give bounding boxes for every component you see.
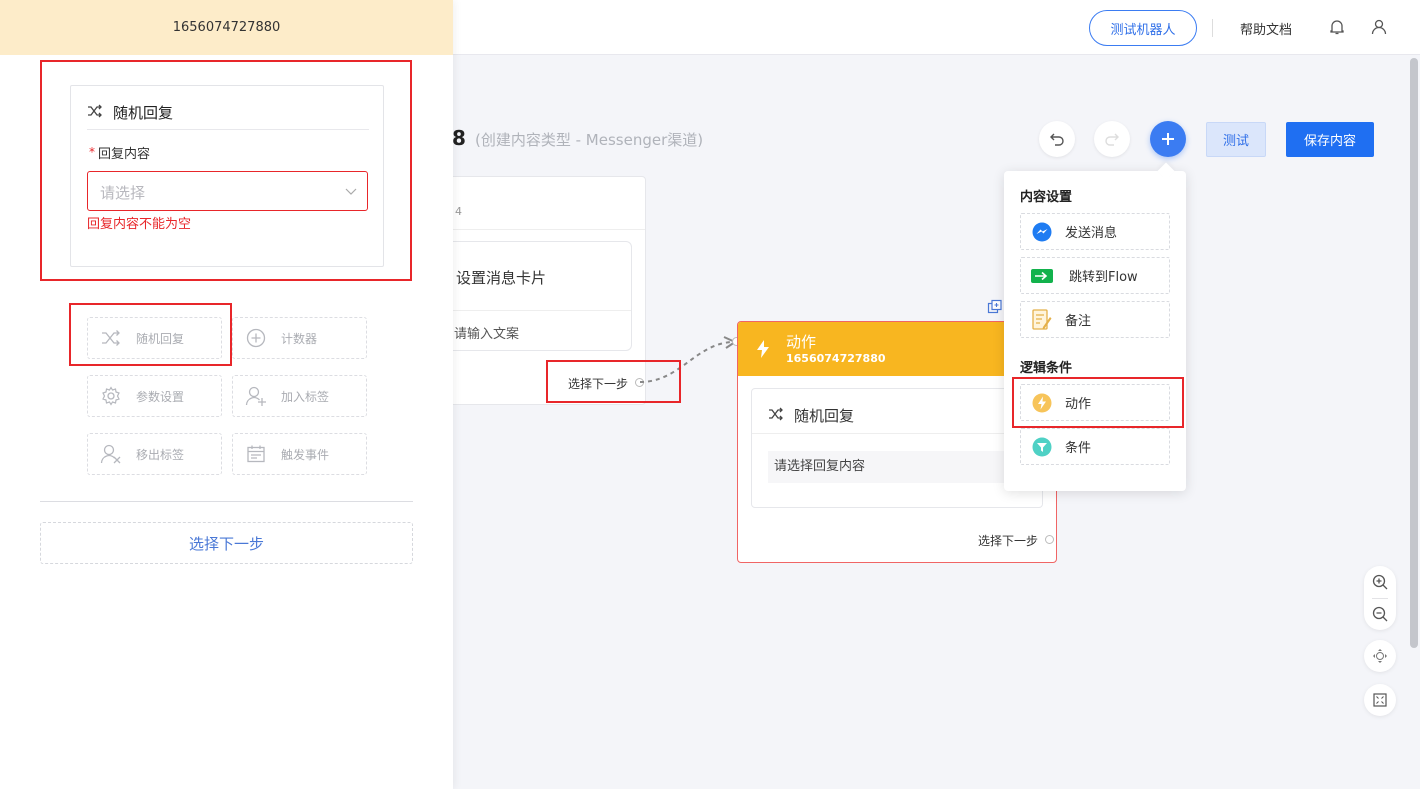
- divider: [40, 501, 413, 502]
- add-node-menu: 内容设置 发送消息 跳转到Flow 备注 逻辑条件 动作 条件: [1004, 171, 1186, 491]
- menu-item-label: 跳转到Flow: [1069, 270, 1138, 285]
- random-reply-block[interactable]: 随机回复 请选择回复内容: [751, 388, 1043, 508]
- filter-icon: [1031, 436, 1053, 458]
- menu-item-send-message[interactable]: 发送消息: [1020, 213, 1170, 250]
- chevron-down-icon: [345, 185, 357, 200]
- add-node-button[interactable]: [1150, 121, 1186, 157]
- divider: [87, 129, 369, 130]
- page-subtitle: (创建内容类型 - Messenger渠道): [475, 131, 704, 149]
- shuffle-icon: [768, 407, 784, 425]
- required-mark: *: [89, 145, 95, 159]
- menu-item-note[interactable]: 备注: [1020, 301, 1170, 338]
- divider: [752, 433, 1042, 434]
- highlight-box: [69, 303, 232, 366]
- bell-icon[interactable]: [1328, 18, 1346, 36]
- tool-label: 计数器: [281, 331, 318, 346]
- menu-item-label: 发送消息: [1065, 226, 1118, 241]
- gear-icon: [100, 385, 122, 407]
- reply-content-select[interactable]: 请选择: [87, 171, 368, 211]
- message-card[interactable]: 设置消息卡片 请输入文案: [441, 241, 632, 351]
- undo-icon: [1050, 133, 1064, 146]
- plus-icon: [1162, 133, 1174, 145]
- zoom-out-icon: [1372, 606, 1388, 622]
- node-edit-drawer: 1656074727880 随机回复 * 回复内容 请选择 回复内容不能为空 随…: [0, 0, 453, 789]
- menu-section-logic: 逻辑条件: [1020, 361, 1073, 376]
- menu-section-content: 内容设置: [1020, 190, 1073, 205]
- tool-trigger-event[interactable]: 触发事件: [232, 433, 367, 475]
- action-node-id: 1656074727880: [786, 352, 886, 365]
- help-docs-link[interactable]: 帮助文档: [1240, 19, 1292, 38]
- drawer-node-id: 1656074727880: [172, 20, 281, 35]
- redo-icon: [1105, 133, 1119, 146]
- reply-content-select[interactable]: 请选择回复内容: [768, 451, 1028, 483]
- select-placeholder: 请选择: [100, 184, 146, 202]
- divider: [442, 310, 631, 311]
- redo-button[interactable]: [1094, 121, 1130, 157]
- menu-item-jump-flow[interactable]: 跳转到Flow: [1020, 257, 1170, 294]
- reply-content-label: 回复内容: [98, 147, 151, 162]
- tool-label: 移出标签: [136, 447, 185, 462]
- random-reply-card-title: 随机回复: [113, 104, 174, 122]
- message-card-text[interactable]: 请输入文案: [454, 323, 519, 342]
- random-reply-title: 随机回复: [794, 407, 855, 425]
- calendar-icon: [245, 443, 267, 465]
- action-node-title: 动作: [786, 333, 817, 351]
- note-icon: [1031, 308, 1053, 331]
- zoom-in-button[interactable]: [1364, 566, 1396, 598]
- validation-error: 回复内容不能为空: [87, 217, 192, 232]
- node-id-fragment: 4: [455, 205, 462, 218]
- copy-icon[interactable]: [987, 299, 1003, 319]
- tool-remove-tag[interactable]: 移出标签: [87, 433, 222, 475]
- zoom-out-button[interactable]: [1364, 598, 1396, 630]
- test-robot-button[interactable]: 测试机器人: [1089, 10, 1197, 46]
- output-port[interactable]: [1045, 535, 1054, 544]
- fullscreen-icon: [1373, 693, 1387, 707]
- menu-item-label: 条件: [1065, 441, 1092, 456]
- tool-label: 加入标签: [281, 389, 330, 404]
- fit-view-button[interactable]: [1364, 684, 1396, 716]
- flow-jump-icon: [1031, 265, 1053, 287]
- message-card-title: 设置消息卡片: [456, 269, 547, 287]
- test-button[interactable]: 测试: [1206, 122, 1266, 157]
- user-remove-icon: [100, 443, 122, 465]
- action-node-next-step[interactable]: 选择下一步: [978, 532, 1038, 549]
- tool-param-settings[interactable]: 参数设置: [87, 375, 222, 417]
- drawer-header: 1656074727880: [0, 0, 453, 55]
- bolt-icon: [756, 340, 770, 362]
- random-reply-card: 随机回复 * 回复内容 请选择 回复内容不能为空: [70, 85, 384, 267]
- highlight-box: [1012, 377, 1184, 428]
- plus-circle-icon: [245, 327, 267, 349]
- undo-button[interactable]: [1039, 121, 1075, 157]
- select-next-step-button[interactable]: 选择下一步: [40, 522, 413, 564]
- tool-label: 参数设置: [136, 389, 185, 404]
- scrollbar-thumb[interactable]: [1410, 58, 1418, 648]
- shuffle-icon: [87, 104, 103, 122]
- menu-item-label: 备注: [1065, 314, 1092, 329]
- zoom-in-icon: [1372, 574, 1388, 590]
- divider: [441, 229, 645, 230]
- zoom-controls: [1364, 566, 1396, 630]
- save-content-button[interactable]: 保存内容: [1286, 122, 1374, 157]
- top-divider: [1212, 19, 1213, 37]
- tool-label: 触发事件: [281, 447, 330, 462]
- page-title: 8: [452, 126, 466, 150]
- tool-add-tag[interactable]: 加入标签: [232, 375, 367, 417]
- user-add-icon: [245, 385, 267, 407]
- messenger-icon: [1031, 221, 1053, 243]
- center-view-button[interactable]: [1364, 640, 1396, 672]
- center-icon: [1373, 649, 1387, 663]
- menu-item-condition[interactable]: 条件: [1020, 428, 1170, 465]
- tool-counter[interactable]: 计数器: [232, 317, 367, 359]
- highlight-box: [546, 360, 681, 403]
- user-icon[interactable]: [1370, 18, 1388, 36]
